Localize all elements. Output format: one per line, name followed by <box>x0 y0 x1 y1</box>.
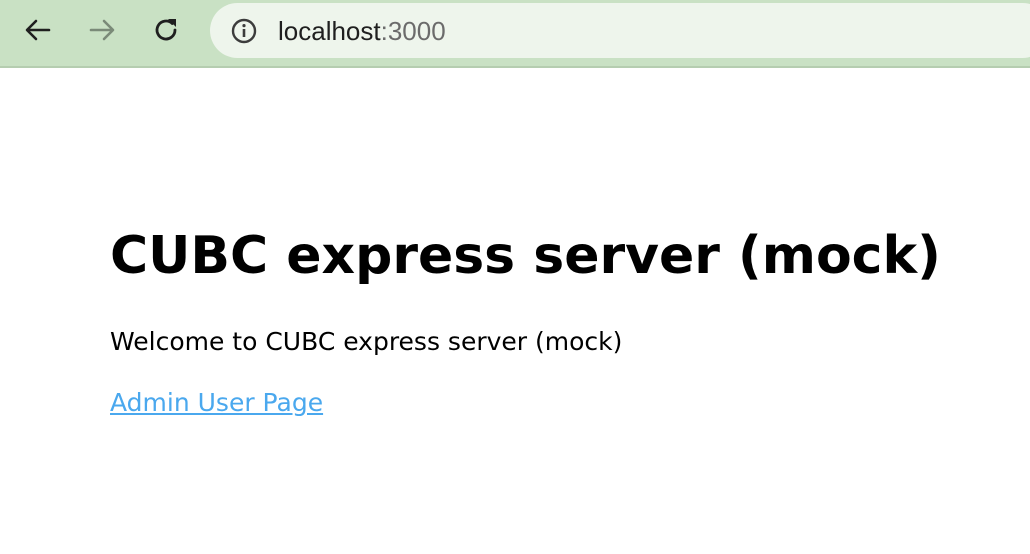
site-info-button[interactable] <box>230 17 258 45</box>
arrow-left-icon <box>25 19 51 41</box>
info-icon <box>231 18 257 44</box>
arrow-right-icon <box>89 19 115 41</box>
address-url[interactable]: localhost:3000 <box>278 16 446 46</box>
admin-user-page-link[interactable]: Admin User Page <box>110 386 323 420</box>
browser-toolbar: localhost:3000 <box>0 0 1030 68</box>
page-title: CUBC express server (mock) <box>110 226 941 286</box>
back-button[interactable] <box>18 10 58 50</box>
welcome-text: Welcome to CUBC express server (mock) <box>110 327 623 356</box>
address-bar[interactable]: localhost:3000 <box>210 3 1030 58</box>
url-port: :3000 <box>380 16 446 46</box>
reload-icon <box>155 19 177 41</box>
url-host: localhost <box>278 16 381 46</box>
reload-button[interactable] <box>146 10 186 50</box>
forward-button[interactable] <box>82 10 122 50</box>
